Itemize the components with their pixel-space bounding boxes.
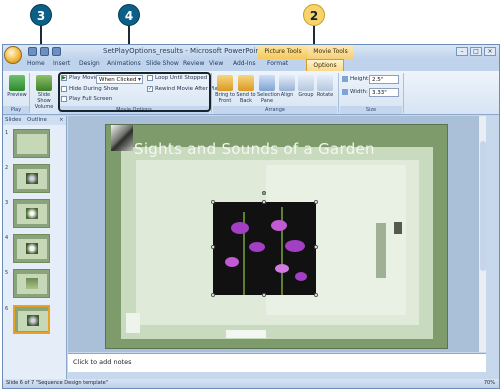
preview-button[interactable]: Preview xyxy=(6,75,28,98)
tab-slides[interactable]: Slides xyxy=(5,116,21,125)
tab-home[interactable]: Home xyxy=(27,60,45,67)
selection-pane-button[interactable]: Selection Pane xyxy=(257,75,280,104)
tab-insert[interactable]: Insert xyxy=(53,60,70,67)
undo-icon[interactable] xyxy=(40,47,49,56)
slide-number: 4 xyxy=(5,235,9,241)
ribbon-tabs: Home Insert Design Animations Slide Show… xyxy=(3,59,499,71)
group-play-label: Play xyxy=(3,106,29,114)
resize-handle[interactable] xyxy=(211,293,215,297)
width-spinner[interactable]: 3.33" xyxy=(369,88,399,97)
tab-options[interactable]: Options xyxy=(306,59,344,71)
slide-thumbnail[interactable] xyxy=(13,129,50,158)
movie-tools-context: Movie Tools xyxy=(308,45,353,59)
picture-tools-context: Picture Tools xyxy=(258,45,308,59)
slide-thumbnail[interactable] xyxy=(13,269,50,298)
group-button[interactable]: Group xyxy=(297,75,315,98)
tab-review[interactable]: Review xyxy=(183,60,204,67)
group-arrange-label: Arrange xyxy=(213,106,337,114)
slide-number: 5 xyxy=(5,270,9,276)
align-icon xyxy=(279,75,295,91)
resize-handle[interactable] xyxy=(262,293,266,297)
panel-tabs: Slides Outline × xyxy=(3,116,66,125)
resize-handle[interactable] xyxy=(262,200,266,204)
slide-number: 3 xyxy=(5,200,9,206)
send-back-icon xyxy=(238,75,254,91)
close-panel-icon[interactable]: × xyxy=(59,116,64,125)
slide-number: 1 xyxy=(5,130,9,136)
slide-show-volume-button[interactable]: Slide Show Volume xyxy=(31,75,57,110)
align-button[interactable]: Align xyxy=(278,75,296,98)
vertical-scrollbar[interactable] xyxy=(478,116,486,352)
status-bar: Slide 6 of 7 "Sequence Design template" … xyxy=(3,379,499,388)
rotate-handle[interactable] xyxy=(262,191,266,195)
height-icon xyxy=(342,76,348,82)
powerpoint-window: SetPlayOptions_results - Microsoft Power… xyxy=(2,44,500,389)
callout-2: 2 xyxy=(303,4,325,26)
minimize-icon[interactable]: – xyxy=(456,47,468,56)
tab-format[interactable]: Format xyxy=(267,60,288,67)
volume-icon xyxy=(36,75,52,91)
slide-editor: Sights and Sounds of a Garden xyxy=(68,116,486,352)
window-controls: – □ × xyxy=(456,47,496,56)
height-spinner[interactable]: 2.5" xyxy=(369,75,399,84)
tab-slide-show[interactable]: Slide Show xyxy=(146,60,179,67)
tab-outline[interactable]: Outline xyxy=(27,116,47,125)
tab-animations[interactable]: Animations xyxy=(107,60,141,67)
office-button[interactable] xyxy=(4,46,22,64)
rotate-icon xyxy=(317,75,333,91)
slide-thumbnail[interactable] xyxy=(13,234,50,263)
movie-options-highlight xyxy=(58,72,211,112)
bring-to-front-button[interactable]: Bring to Front xyxy=(215,75,235,104)
callout-4: 4 xyxy=(118,4,140,26)
preview-icon xyxy=(9,75,25,91)
slide-corner-graphic xyxy=(111,125,133,151)
save-icon[interactable] xyxy=(28,47,37,56)
bring-front-icon xyxy=(217,75,233,91)
resize-handle[interactable] xyxy=(314,293,318,297)
resize-handle[interactable] xyxy=(314,245,318,249)
group-icon xyxy=(298,75,314,91)
tab-view[interactable]: View xyxy=(209,60,223,67)
window-title: SetPlayOptions_results - Microsoft Power… xyxy=(103,47,263,55)
tab-add-ins[interactable]: Add-Ins xyxy=(233,60,255,67)
slide-number: 2 xyxy=(5,165,9,171)
movie-object[interactable] xyxy=(213,202,316,295)
resize-handle[interactable] xyxy=(314,200,318,204)
slide-canvas[interactable]: Sights and Sounds of a Garden xyxy=(105,124,448,349)
maximize-icon[interactable]: □ xyxy=(470,47,482,56)
slides-panel: Slides Outline × 1 2 3 4 5 6 xyxy=(3,116,67,384)
title-bar: SetPlayOptions_results - Microsoft Power… xyxy=(3,45,499,59)
volume-label: Slide Show Volume xyxy=(34,92,54,110)
selection-pane-icon xyxy=(259,75,275,91)
slide-title[interactable]: Sights and Sounds of a Garden xyxy=(134,140,375,158)
send-to-back-button[interactable]: Send to Back xyxy=(236,75,256,104)
close-icon[interactable]: × xyxy=(484,47,496,56)
zoom-level[interactable]: 70% xyxy=(484,379,495,388)
slide-number: 6 xyxy=(5,306,9,312)
rotate-button[interactable]: Rotate xyxy=(316,75,334,98)
redo-icon[interactable] xyxy=(52,47,61,56)
resize-handle[interactable] xyxy=(211,200,215,204)
notes-pane[interactable]: Click to add notes xyxy=(68,353,486,372)
width-label: Width: xyxy=(342,89,368,95)
slide-thumbnail-selected[interactable] xyxy=(13,305,50,334)
quick-access-toolbar xyxy=(28,47,61,56)
tab-design[interactable]: Design xyxy=(79,60,100,67)
callout-3: 3 xyxy=(30,4,52,26)
resize-handle[interactable] xyxy=(211,245,215,249)
slide-thumbnail[interactable] xyxy=(13,199,50,228)
slide-thumbnail[interactable] xyxy=(13,164,50,193)
height-label: Height: xyxy=(342,76,370,82)
width-icon xyxy=(342,89,348,95)
preview-label: Preview xyxy=(7,92,27,98)
group-size-label: Size xyxy=(340,106,402,114)
status-slide-info: Slide 6 of 7 "Sequence Design template" xyxy=(6,380,109,386)
